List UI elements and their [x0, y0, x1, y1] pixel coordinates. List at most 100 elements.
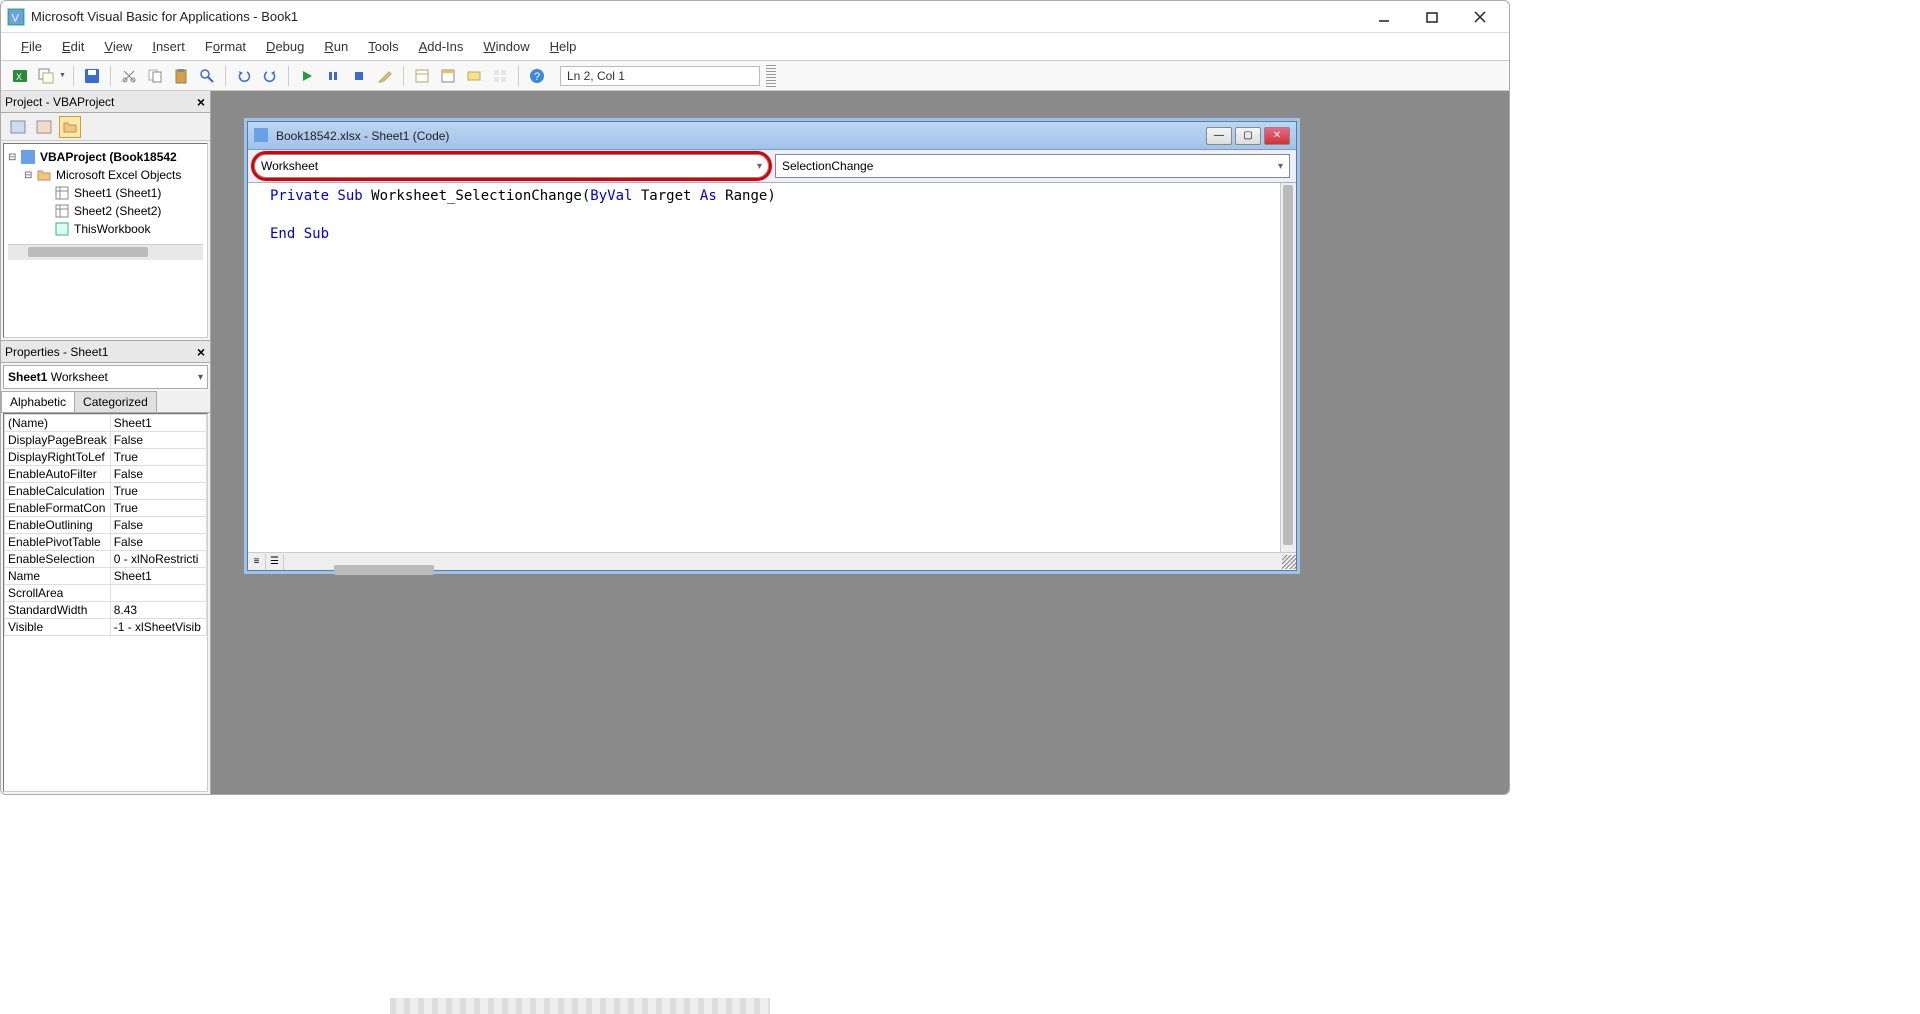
properties-window-icon[interactable]	[437, 65, 459, 87]
collapse-icon[interactable]: ⊟	[24, 170, 36, 181]
code-vscrollbar[interactable]	[1280, 183, 1296, 552]
tree-item-thisworkbook[interactable]: ThisWorkbook	[8, 220, 203, 238]
tab-categorized[interactable]: Categorized	[74, 391, 157, 412]
properties-object-name: Sheet1	[8, 370, 47, 384]
property-row[interactable]: (Name)Sheet1	[5, 415, 207, 432]
scrollbar-thumb[interactable]	[28, 247, 148, 257]
property-value[interactable]: True	[110, 483, 206, 500]
property-row[interactable]: EnableSelection0 - xlNoRestricti	[5, 551, 207, 568]
undo-icon[interactable]	[233, 65, 255, 87]
copy-icon[interactable]	[144, 65, 166, 87]
insert-dropdown-arrow[interactable]: ▼	[59, 72, 66, 79]
code-close-button[interactable]: ✕	[1264, 127, 1290, 145]
project-explorer-icon[interactable]	[411, 65, 433, 87]
break-icon[interactable]	[322, 65, 344, 87]
code-text[interactable]: Private Sub Worksheet_SelectionChange(By…	[270, 187, 776, 548]
menu-run[interactable]: Run	[314, 35, 358, 58]
property-row[interactable]: EnableFormatConTrue	[5, 500, 207, 517]
property-value[interactable]: True	[110, 500, 206, 517]
menu-view[interactable]: View	[94, 35, 142, 58]
tree-root[interactable]: ⊟ VBAProject (Book18542	[8, 148, 203, 166]
external-toolbar-hint	[390, 998, 770, 1014]
run-icon[interactable]	[296, 65, 318, 87]
toolbox-icon[interactable]	[489, 65, 511, 87]
menu-file[interactable]: File	[11, 35, 52, 58]
view-excel-icon[interactable]: X	[9, 65, 31, 87]
property-row[interactable]: EnableOutliningFalse	[5, 517, 207, 534]
property-row[interactable]: EnableAutoFilterFalse	[5, 466, 207, 483]
code-editor[interactable]: Private Sub Worksheet_SelectionChange(By…	[248, 183, 1296, 552]
property-value[interactable]: False	[110, 466, 206, 483]
menu-tools[interactable]: Tools	[358, 35, 408, 58]
properties-grid[interactable]: (Name)Sheet1DisplayPageBreakFalseDisplay…	[3, 413, 208, 792]
code-maximize-button[interactable]: ▢	[1235, 127, 1261, 145]
reset-icon[interactable]	[348, 65, 370, 87]
toolbar-grip[interactable]	[766, 65, 776, 87]
properties-object-selector[interactable]: Sheet1 Worksheet ▾	[3, 365, 208, 389]
project-panel-toolbar	[1, 113, 210, 141]
menubar: File Edit View Insert Format Debug Run T…	[1, 33, 1509, 61]
menu-debug[interactable]: Debug	[256, 35, 314, 58]
property-row[interactable]: DisplayPageBreakFalse	[5, 432, 207, 449]
redo-icon[interactable]	[259, 65, 281, 87]
property-value[interactable]: -1 - xlSheetVisib	[110, 619, 206, 636]
property-row[interactable]: Visible-1 - xlSheetVisib	[5, 619, 207, 636]
menu-edit[interactable]: Edit	[52, 35, 94, 58]
property-value[interactable]	[110, 585, 206, 602]
tree-item-sheet1[interactable]: Sheet1 (Sheet1)	[8, 184, 203, 202]
property-value[interactable]: False	[110, 534, 206, 551]
tree-folder[interactable]: ⊟ Microsoft Excel Objects	[8, 166, 203, 184]
save-icon[interactable]	[81, 65, 103, 87]
property-value[interactable]: 0 - xlNoRestricti	[110, 551, 206, 568]
property-row[interactable]: NameSheet1	[5, 568, 207, 585]
full-module-view-button[interactable]: ☰	[266, 554, 284, 570]
tab-alphabetic[interactable]: Alphabetic	[1, 391, 75, 412]
minimize-button[interactable]	[1361, 3, 1407, 31]
view-code-icon[interactable]	[7, 116, 29, 138]
property-row[interactable]: EnablePivotTableFalse	[5, 534, 207, 551]
property-value[interactable]: Sheet1	[110, 415, 206, 432]
collapse-icon[interactable]: ⊟	[8, 152, 20, 163]
cut-icon[interactable]	[118, 65, 140, 87]
menu-addins[interactable]: Add-Ins	[409, 35, 474, 58]
project-panel-title: Project - VBAProject	[5, 95, 114, 109]
procedure-dropdown[interactable]: SelectionChange ▾	[775, 154, 1290, 178]
menu-window[interactable]: Window	[473, 35, 539, 58]
tree-item-sheet2[interactable]: Sheet2 (Sheet2)	[8, 202, 203, 220]
help-icon[interactable]: ?	[526, 65, 548, 87]
find-icon[interactable]	[196, 65, 218, 87]
menu-format[interactable]: Format	[195, 35, 256, 58]
project-hscrollbar[interactable]	[8, 244, 203, 260]
project-panel-close-icon[interactable]: ×	[192, 93, 210, 111]
property-name: Name	[5, 568, 111, 585]
property-name: EnablePivotTable	[5, 534, 111, 551]
scrollbar-thumb[interactable]	[334, 565, 434, 575]
property-value[interactable]: Sheet1	[110, 568, 206, 585]
design-mode-icon[interactable]	[374, 65, 396, 87]
menu-insert[interactable]: Insert	[142, 35, 195, 58]
properties-panel-close-icon[interactable]: ×	[192, 343, 210, 361]
toggle-folders-icon[interactable]	[59, 116, 81, 138]
object-browser-icon[interactable]	[463, 65, 485, 87]
property-row[interactable]: StandardWidth8.43	[5, 602, 207, 619]
resize-grip-icon[interactable]	[1282, 555, 1296, 569]
property-value[interactable]: True	[110, 449, 206, 466]
property-value[interactable]: 8.43	[110, 602, 206, 619]
code-window-titlebar[interactable]: Book18542.xlsx - Sheet1 (Code) — ▢ ✕	[248, 122, 1296, 150]
maximize-button[interactable]	[1409, 3, 1455, 31]
view-object-icon[interactable]	[33, 116, 55, 138]
object-dropdown[interactable]: Worksheet ▾	[254, 154, 769, 178]
property-value[interactable]: False	[110, 517, 206, 534]
property-row[interactable]: ScrollArea	[5, 585, 207, 602]
project-tree[interactable]: ⊟ VBAProject (Book18542 ⊟ Microsoft Exce…	[3, 143, 208, 338]
procedure-view-button[interactable]: ≡	[248, 554, 266, 570]
paste-icon[interactable]	[170, 65, 192, 87]
property-value[interactable]: False	[110, 432, 206, 449]
code-minimize-button[interactable]: —	[1206, 127, 1232, 145]
menu-help[interactable]: Help	[540, 35, 587, 58]
close-button[interactable]	[1457, 3, 1503, 31]
property-row[interactable]: DisplayRightToLefTrue	[5, 449, 207, 466]
insert-item-icon[interactable]	[35, 65, 57, 87]
scrollbar-thumb[interactable]	[1283, 185, 1293, 545]
property-row[interactable]: EnableCalculationTrue	[5, 483, 207, 500]
